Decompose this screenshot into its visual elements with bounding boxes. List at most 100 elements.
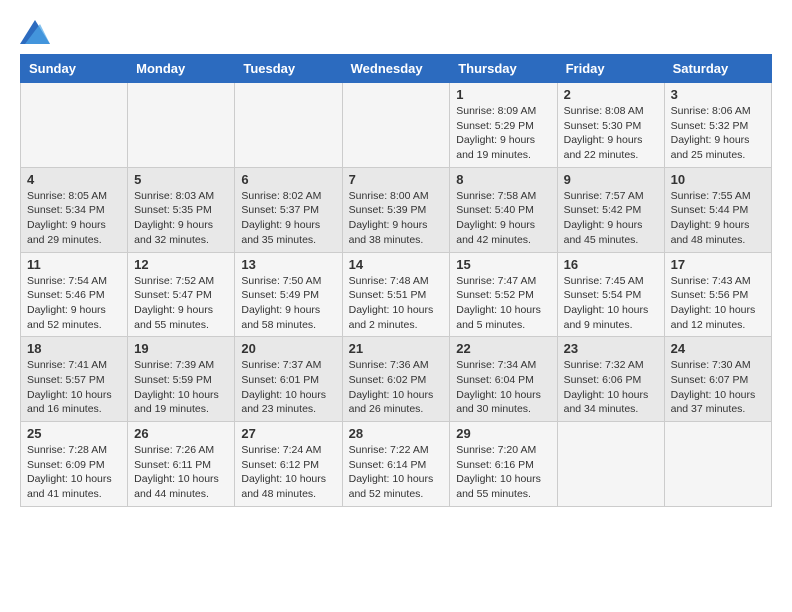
day-info: Sunrise: 8:05 AM Sunset: 5:34 PM Dayligh…	[27, 189, 121, 248]
day-cell: 27 Sunrise: 7:24 AM Sunset: 6:12 PM Dayli…	[235, 422, 342, 507]
day-cell: 13 Sunrise: 7:50 AM Sunset: 5:49 PM Dayli…	[235, 252, 342, 337]
day-number: 26	[134, 426, 228, 441]
day-info: Sunrise: 7:54 AM Sunset: 5:46 PM Dayligh…	[27, 274, 121, 333]
week-row-1: 1Sunrise: 8:09 AM Sunset: 5:29 PM Daylig…	[21, 83, 772, 168]
day-number: 10	[671, 172, 765, 187]
day-info: Sunrise: 8:00 AM Sunset: 5:39 PM Dayligh…	[349, 189, 444, 248]
day-cell: 20 Sunrise: 7:37 AM Sunset: 6:01 PM Dayli…	[235, 337, 342, 422]
header-sunday: Sunday	[21, 55, 128, 83]
day-cell: 23Sunrise: 7:32 AM Sunset: 6:06 PM Dayli…	[557, 337, 664, 422]
day-number: 18	[27, 341, 121, 356]
header-thursday: Thursday	[450, 55, 557, 83]
day-info: Sunrise: 7:45 AM Sunset: 5:54 PM Dayligh…	[564, 274, 658, 333]
day-number: 4	[27, 172, 121, 187]
day-number: 3	[671, 87, 765, 102]
header-saturday: Saturday	[664, 55, 771, 83]
day-cell	[128, 83, 235, 168]
day-cell	[235, 83, 342, 168]
day-info: Sunrise: 7:26 AM Sunset: 6:11 PM Dayligh…	[134, 443, 228, 502]
header-monday: Monday	[128, 55, 235, 83]
day-cell: 12 Sunrise: 7:52 AM Sunset: 5:47 PM Dayli…	[128, 252, 235, 337]
day-info: Sunrise: 7:20 AM Sunset: 6:16 PM Dayligh…	[456, 443, 550, 502]
week-row-4: 18 Sunrise: 7:41 AM Sunset: 5:57 PM Dayli…	[21, 337, 772, 422]
day-cell: 19 Sunrise: 7:39 AM Sunset: 5:59 PM Dayli…	[128, 337, 235, 422]
week-row-3: 11Sunrise: 7:54 AM Sunset: 5:46 PM Dayli…	[21, 252, 772, 337]
day-number: 5	[134, 172, 228, 187]
day-number: 24	[671, 341, 765, 356]
day-cell: 2Sunrise: 8:08 AM Sunset: 5:30 PM Daylig…	[557, 83, 664, 168]
day-cell: 28 Sunrise: 7:22 AM Sunset: 6:14 PM Dayli…	[342, 422, 450, 507]
day-info: Sunrise: 8:09 AM Sunset: 5:29 PM Dayligh…	[456, 104, 550, 163]
day-cell	[21, 83, 128, 168]
day-number: 14	[349, 257, 444, 272]
day-number: 12	[134, 257, 228, 272]
day-number: 25	[27, 426, 121, 441]
day-info: Sunrise: 7:48 AM Sunset: 5:51 PM Dayligh…	[349, 274, 444, 333]
day-number: 19	[134, 341, 228, 356]
day-cell: 21 Sunrise: 7:36 AM Sunset: 6:02 PM Dayli…	[342, 337, 450, 422]
day-cell: 29 Sunrise: 7:20 AM Sunset: 6:16 PM Dayli…	[450, 422, 557, 507]
day-info: Sunrise: 7:39 AM Sunset: 5:59 PM Dayligh…	[134, 358, 228, 417]
day-info: Sunrise: 7:52 AM Sunset: 5:47 PM Dayligh…	[134, 274, 228, 333]
day-number: 8	[456, 172, 550, 187]
day-number: 28	[349, 426, 444, 441]
day-cell: 16 Sunrise: 7:45 AM Sunset: 5:54 PM Dayli…	[557, 252, 664, 337]
day-info: Sunrise: 7:22 AM Sunset: 6:14 PM Dayligh…	[349, 443, 444, 502]
day-cell: 8 Sunrise: 7:58 AM Sunset: 5:40 PM Daylig…	[450, 167, 557, 252]
day-cell: 6Sunrise: 8:02 AM Sunset: 5:37 PM Daylig…	[235, 167, 342, 252]
day-cell: 1Sunrise: 8:09 AM Sunset: 5:29 PM Daylig…	[450, 83, 557, 168]
day-number: 13	[241, 257, 335, 272]
day-number: 29	[456, 426, 550, 441]
header-wednesday: Wednesday	[342, 55, 450, 83]
day-info: Sunrise: 7:32 AM Sunset: 6:06 PM Dayligh…	[564, 358, 658, 417]
day-info: Sunrise: 7:47 AM Sunset: 5:52 PM Dayligh…	[456, 274, 550, 333]
day-info: Sunrise: 8:06 AM Sunset: 5:32 PM Dayligh…	[671, 104, 765, 163]
day-cell: 25 Sunrise: 7:28 AM Sunset: 6:09 PM Dayli…	[21, 422, 128, 507]
day-cell: 9Sunrise: 7:57 AM Sunset: 5:42 PM Daylig…	[557, 167, 664, 252]
day-info: Sunrise: 8:03 AM Sunset: 5:35 PM Dayligh…	[134, 189, 228, 248]
day-cell: 5 Sunrise: 8:03 AM Sunset: 5:35 PM Daylig…	[128, 167, 235, 252]
day-info: Sunrise: 7:55 AM Sunset: 5:44 PM Dayligh…	[671, 189, 765, 248]
week-row-2: 4 Sunrise: 8:05 AM Sunset: 5:34 PM Daylig…	[21, 167, 772, 252]
day-cell: 3 Sunrise: 8:06 AM Sunset: 5:32 PM Daylig…	[664, 83, 771, 168]
day-number: 16	[564, 257, 658, 272]
calendar-table: SundayMondayTuesdayWednesdayThursdayFrid…	[20, 54, 772, 507]
day-cell: 7 Sunrise: 8:00 AM Sunset: 5:39 PM Daylig…	[342, 167, 450, 252]
day-cell: 10 Sunrise: 7:55 AM Sunset: 5:44 PM Dayli…	[664, 167, 771, 252]
day-cell: 26 Sunrise: 7:26 AM Sunset: 6:11 PM Dayli…	[128, 422, 235, 507]
day-info: Sunrise: 7:50 AM Sunset: 5:49 PM Dayligh…	[241, 274, 335, 333]
day-info: Sunrise: 7:28 AM Sunset: 6:09 PM Dayligh…	[27, 443, 121, 502]
day-info: Sunrise: 7:36 AM Sunset: 6:02 PM Dayligh…	[349, 358, 444, 417]
day-cell	[664, 422, 771, 507]
day-cell: 14 Sunrise: 7:48 AM Sunset: 5:51 PM Dayli…	[342, 252, 450, 337]
day-number: 21	[349, 341, 444, 356]
day-number: 15	[456, 257, 550, 272]
day-cell: 24 Sunrise: 7:30 AM Sunset: 6:07 PM Dayli…	[664, 337, 771, 422]
day-number: 7	[349, 172, 444, 187]
day-cell: 11Sunrise: 7:54 AM Sunset: 5:46 PM Dayli…	[21, 252, 128, 337]
week-row-5: 25 Sunrise: 7:28 AM Sunset: 6:09 PM Dayli…	[21, 422, 772, 507]
day-cell: 4 Sunrise: 8:05 AM Sunset: 5:34 PM Daylig…	[21, 167, 128, 252]
logo	[20, 20, 54, 44]
day-cell: 22 Sunrise: 7:34 AM Sunset: 6:04 PM Dayli…	[450, 337, 557, 422]
day-info: Sunrise: 7:30 AM Sunset: 6:07 PM Dayligh…	[671, 358, 765, 417]
day-info: Sunrise: 8:02 AM Sunset: 5:37 PM Dayligh…	[241, 189, 335, 248]
day-info: Sunrise: 7:57 AM Sunset: 5:42 PM Dayligh…	[564, 189, 658, 248]
day-cell	[557, 422, 664, 507]
day-info: Sunrise: 7:34 AM Sunset: 6:04 PM Dayligh…	[456, 358, 550, 417]
day-info: Sunrise: 7:43 AM Sunset: 5:56 PM Dayligh…	[671, 274, 765, 333]
day-info: Sunrise: 7:58 AM Sunset: 5:40 PM Dayligh…	[456, 189, 550, 248]
day-cell: 17 Sunrise: 7:43 AM Sunset: 5:56 PM Dayli…	[664, 252, 771, 337]
day-number: 20	[241, 341, 335, 356]
day-info: Sunrise: 7:41 AM Sunset: 5:57 PM Dayligh…	[27, 358, 121, 417]
day-info: Sunrise: 7:24 AM Sunset: 6:12 PM Dayligh…	[241, 443, 335, 502]
day-number: 22	[456, 341, 550, 356]
day-cell	[342, 83, 450, 168]
day-cell: 15 Sunrise: 7:47 AM Sunset: 5:52 PM Dayli…	[450, 252, 557, 337]
header-tuesday: Tuesday	[235, 55, 342, 83]
day-number: 27	[241, 426, 335, 441]
day-number: 17	[671, 257, 765, 272]
day-cell: 18 Sunrise: 7:41 AM Sunset: 5:57 PM Dayli…	[21, 337, 128, 422]
day-number: 2	[564, 87, 658, 102]
day-info: Sunrise: 7:37 AM Sunset: 6:01 PM Dayligh…	[241, 358, 335, 417]
